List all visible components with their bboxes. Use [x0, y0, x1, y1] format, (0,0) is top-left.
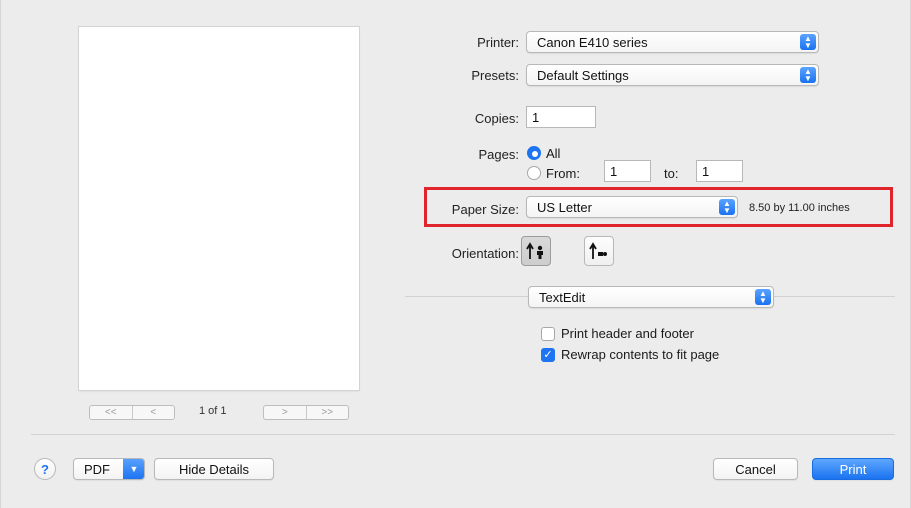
- help-icon: ?: [41, 461, 49, 477]
- presets-label: Presets:: [471, 68, 519, 83]
- popup-arrows-icon: ▲ ▼: [755, 289, 771, 305]
- page-preview: [79, 27, 359, 390]
- footer-separator: [31, 434, 895, 435]
- pdf-menu-button[interactable]: PDF ▼: [73, 458, 145, 480]
- print-header-footer-label: Print header and footer: [561, 326, 694, 341]
- paper-size-popup[interactable]: US Letter ▲ ▼: [526, 196, 738, 218]
- pages-from-label: From:: [546, 166, 580, 181]
- presets-popup[interactable]: Default Settings ▲ ▼: [526, 64, 819, 86]
- next-page-button[interactable]: >: [264, 406, 306, 419]
- popup-arrows-icon: ▲ ▼: [719, 199, 735, 215]
- presets-value: Default Settings: [537, 67, 629, 83]
- page-count: 1 of 1: [199, 405, 227, 417]
- copies-label: Copies:: [474, 111, 519, 126]
- preview-nav-forward-group: > >>: [263, 405, 349, 420]
- cancel-button[interactable]: Cancel: [713, 458, 798, 480]
- print-header-footer-checkbox[interactable]: [541, 327, 555, 341]
- popup-arrows-icon: ▲ ▼: [800, 34, 816, 50]
- popup-arrows-icon: ▲ ▼: [800, 67, 816, 83]
- portrait-icon: [526, 242, 543, 259]
- preview-nav-back-group: << <: [89, 405, 175, 420]
- last-page-button[interactable]: >>: [305, 406, 349, 419]
- paper-size-label: Paper Size:: [451, 202, 519, 217]
- landscape-orientation-button[interactable]: [584, 236, 614, 266]
- print-dialog: << < 1 of 1 > >> Printer: Canon E410 ser…: [0, 0, 911, 508]
- chevron-down-icon: ▼: [123, 459, 144, 479]
- pages-label: Pages:: [478, 147, 519, 162]
- pages-from-radio[interactable]: [527, 166, 541, 180]
- hide-details-button[interactable]: Hide Details: [154, 458, 274, 480]
- help-button[interactable]: ?: [34, 458, 56, 480]
- first-page-button[interactable]: <<: [90, 406, 132, 419]
- previous-page-button[interactable]: <: [131, 406, 175, 419]
- rewrap-contents-checkbox[interactable]: ✓: [541, 348, 555, 362]
- copies-field[interactable]: 1: [526, 106, 596, 128]
- paper-size-dimensions: 8.50 by 11.00 inches: [749, 202, 850, 214]
- orientation-label: Orientation:: [451, 246, 519, 261]
- landscape-icon: [589, 242, 607, 259]
- printer-label: Printer:: [477, 35, 519, 50]
- app-section-value: TextEdit: [539, 289, 586, 305]
- printer-popup[interactable]: Canon E410 series ▲ ▼: [526, 31, 819, 53]
- pdf-label: PDF: [84, 461, 110, 477]
- pages-to-label: to:: [664, 166, 679, 181]
- pages-to-field[interactable]: 1: [696, 160, 743, 182]
- rewrap-contents-label: Rewrap contents to fit page: [561, 347, 720, 362]
- print-button[interactable]: Print: [812, 458, 894, 480]
- pages-all-radio[interactable]: [527, 146, 541, 160]
- pages-all-label: All: [546, 146, 561, 161]
- app-section-popup[interactable]: TextEdit ▲ ▼: [528, 286, 774, 308]
- pages-from-field[interactable]: 1: [604, 160, 651, 182]
- portrait-orientation-button[interactable]: [521, 236, 551, 266]
- printer-value: Canon E410 series: [537, 34, 648, 50]
- checkmark-icon: ✓: [543, 348, 553, 361]
- paper-size-value: US Letter: [537, 199, 592, 215]
